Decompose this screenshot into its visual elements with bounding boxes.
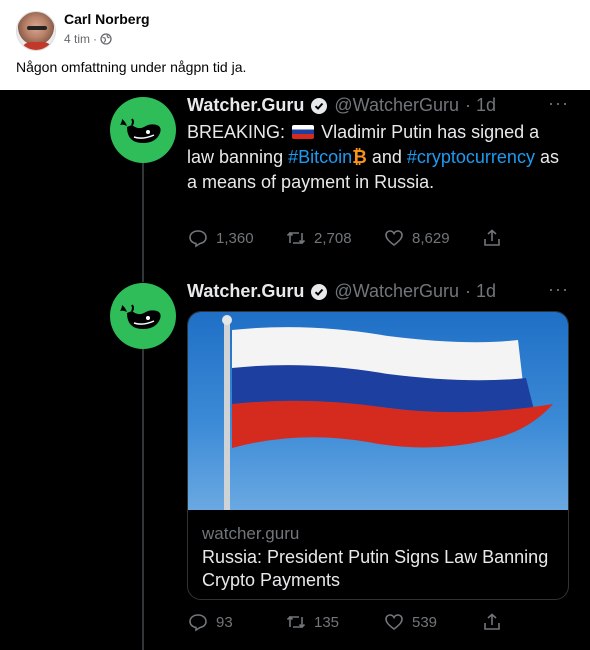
meta-separator: · [93, 32, 98, 46]
retweet-count: 135 [314, 613, 340, 631]
more-icon[interactable]: ··· [548, 279, 569, 300]
like-icon [385, 614, 403, 631]
bitcoin-icon: ₿ [352, 147, 367, 167]
russian-flag-image [188, 312, 568, 510]
retweet-button[interactable]: 135 [286, 612, 384, 632]
like-count: 539 [412, 613, 438, 631]
share-icon [484, 229, 500, 246]
watcher-guru-avatar-2[interactable] [110, 283, 176, 349]
hashtag-cryptocurrency[interactable]: #cryptocurrency [407, 147, 535, 167]
globe-icon[interactable] [100, 33, 112, 45]
reply-button[interactable]: 93 [188, 612, 286, 632]
tweet1-header: Watcher.Guru @WatcherGuru · 1d [187, 95, 496, 116]
share-button[interactable] [482, 228, 502, 248]
share-icon [484, 613, 500, 630]
retweet-button[interactable]: 2,708 [286, 228, 384, 248]
reply-count: 1,360 [216, 229, 254, 247]
tweet2-display-name[interactable]: Watcher.Guru [187, 281, 304, 302]
post-meta: 4 tim · [64, 32, 112, 46]
verified-icon [311, 97, 328, 114]
retweet-icon [286, 615, 306, 629]
retweet-icon [286, 231, 306, 245]
reply-button[interactable]: 1,360 [188, 228, 286, 248]
author-name[interactable]: Carl Norberg [64, 11, 150, 27]
thread-line-top [142, 162, 144, 282]
whale-logo-icon [120, 304, 161, 329]
reply-count: 93 [216, 613, 233, 631]
tweet1-age: · 1d [465, 95, 497, 115]
tweet2-actions: 93 135 539 [188, 612, 502, 632]
retweet-count: 2,708 [314, 229, 352, 247]
card-domain: watcher.guru [202, 524, 300, 543]
whale-logo-icon [120, 118, 161, 143]
tweet1-display-name[interactable]: Watcher.Guru [187, 95, 304, 116]
tweet1-actions: 1,360 2,708 8,629 [188, 228, 502, 248]
post-time[interactable]: 4 tim [64, 32, 90, 46]
verified-icon [311, 283, 328, 300]
watcher-guru-avatar[interactable] [110, 97, 176, 163]
tweet2-handle[interactable]: @WatcherGuru [334, 281, 459, 302]
like-count: 8,629 [412, 229, 450, 247]
tweet-screenshot: Watcher.Guru @WatcherGuru · 1d ··· BREAK… [0, 90, 590, 650]
russian-flag-icon [292, 125, 315, 139]
post-text: Någon omfattning under någpn tid ja. [16, 59, 247, 75]
like-icon [385, 230, 403, 247]
card-title: Russia: President Putin Signs Law Bannin… [202, 547, 549, 590]
link-card[interactable]: watcher.guru Russia: President Putin Sig… [187, 311, 569, 600]
reply-icon [189, 230, 207, 248]
breaking-label: BREAKING: [187, 122, 286, 142]
like-button[interactable]: 8,629 [384, 228, 482, 248]
reply-icon [189, 614, 207, 632]
tweet1-text: BREAKING: Vladimir Putin has signed a la… [187, 120, 567, 195]
thread-line-bottom [142, 348, 144, 650]
hashtag-bitcoin[interactable]: #Bitcoin [288, 147, 352, 167]
tweet1-text-and: and [371, 147, 402, 167]
more-icon[interactable]: ··· [548, 93, 569, 114]
like-button[interactable]: 539 [384, 612, 482, 632]
facebook-post-header: Carl Norberg 4 tim · Någon omfattning un… [0, 0, 590, 90]
flag-illustration-icon [222, 315, 553, 510]
share-button[interactable] [482, 612, 502, 632]
tweet1-handle[interactable]: @WatcherGuru [334, 95, 459, 116]
tweet2-age: · 1d [465, 281, 497, 301]
tweet2-header: Watcher.Guru @WatcherGuru · 1d [187, 281, 496, 302]
author-avatar[interactable] [16, 11, 56, 51]
